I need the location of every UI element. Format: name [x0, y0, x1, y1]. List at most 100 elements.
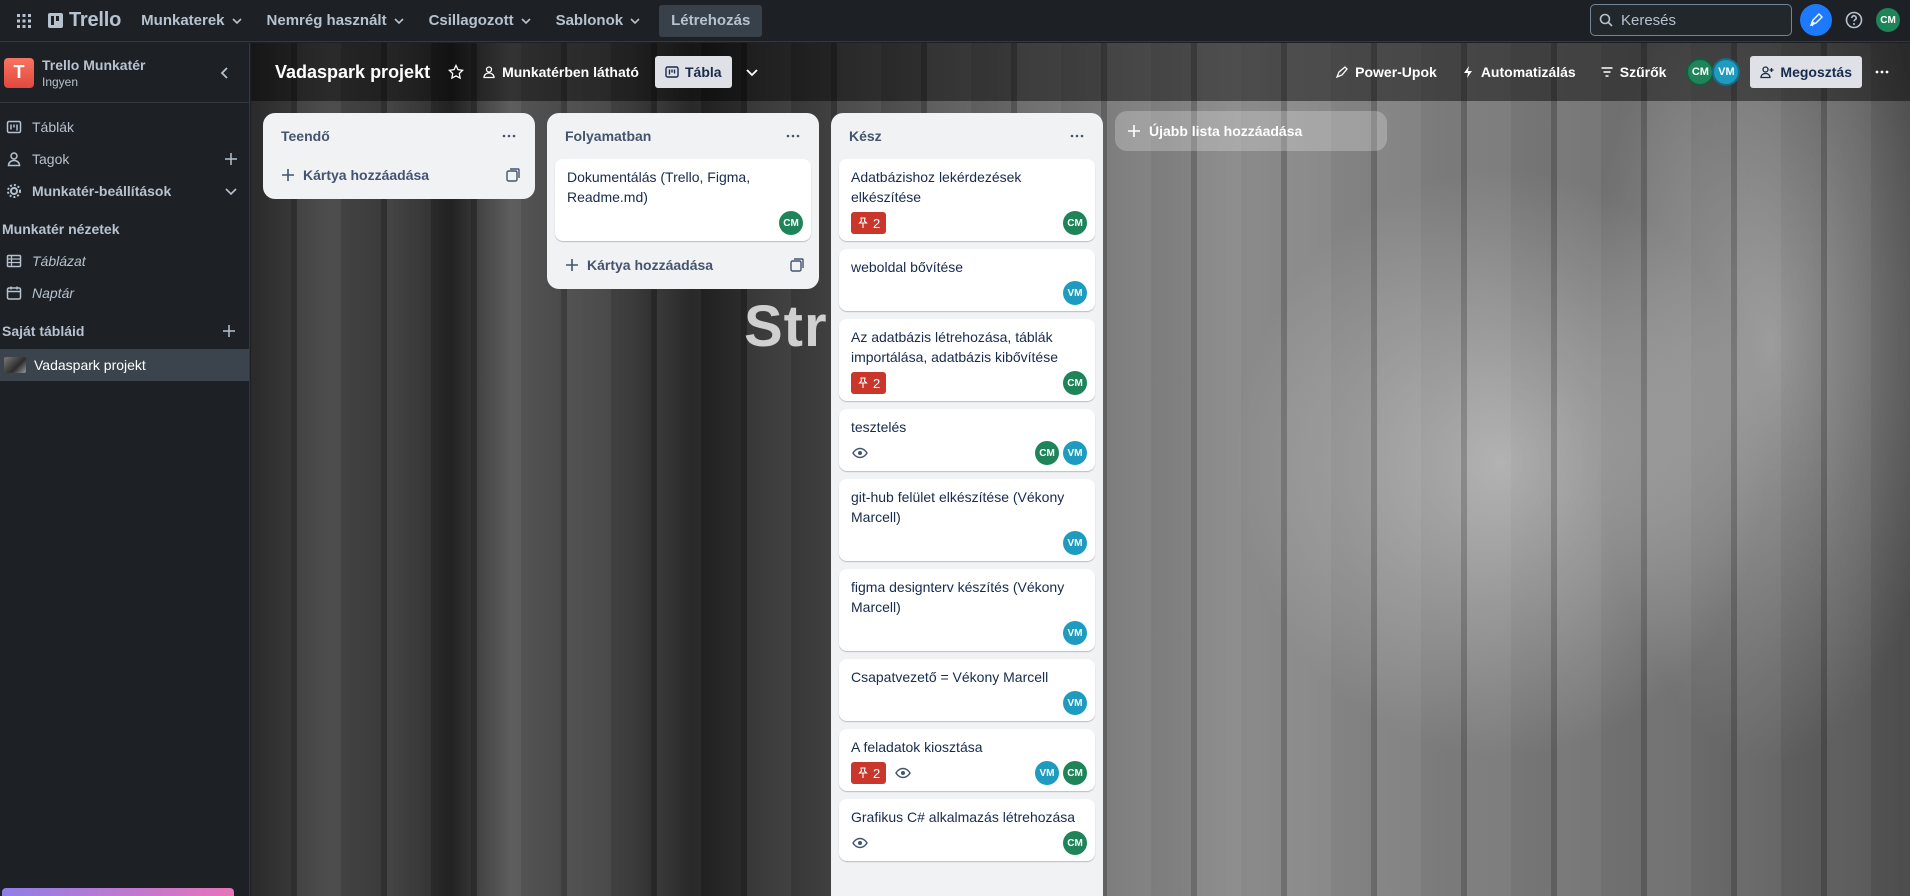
nav-recent[interactable]: Nemrég használt: [255, 5, 417, 37]
badge-count: 2: [873, 375, 881, 391]
card[interactable]: Adatbázishoz lekérdezések elkészítése 2 …: [839, 159, 1095, 241]
plus-icon[interactable]: [223, 151, 239, 167]
nav-starred-label: Csillagozott: [428, 12, 514, 29]
workspace-logo[interactable]: T: [4, 57, 34, 88]
sidebar-item-settings[interactable]: Munkatér-beállítások: [0, 175, 249, 207]
background-sign-text: Str: [744, 294, 828, 359]
sidebar-item-table-view[interactable]: Táblázat: [0, 245, 249, 277]
visibility-label: Munkatérben látható: [502, 64, 639, 80]
list-title[interactable]: Teendő: [281, 128, 330, 144]
sidebar-item-label: Tagok: [32, 151, 70, 167]
member-avatar-cm[interactable]: CM: [1063, 211, 1087, 235]
trello-logo-icon: [48, 13, 63, 28]
help-icon[interactable]: [1840, 6, 1868, 34]
premium-banner[interactable]: [2, 888, 234, 896]
card-title: git-hub felület elkészítése (Vékony Marc…: [851, 489, 1065, 525]
automation-button[interactable]: Automatizálás: [1451, 56, 1586, 88]
people-icon: [483, 66, 495, 79]
your-boards-title: Saját tábláid: [2, 323, 85, 339]
member-avatar-vm[interactable]: VM: [1063, 281, 1087, 305]
card[interactable]: figma designterv készítés (Vékony Marcel…: [839, 569, 1095, 651]
gear-icon: [7, 184, 21, 198]
view-label: Tábla: [684, 64, 722, 80]
add-card-label: Kártya hozzáadása: [587, 257, 714, 273]
list-header[interactable]: Teendő: [271, 113, 527, 159]
card-title: figma designterv készítés (Vékony Marcel…: [851, 579, 1065, 615]
more-horizontal-icon: [502, 134, 516, 138]
nav-workspaces-label: Munkaterek: [141, 12, 225, 29]
attachment-badge: 2: [851, 762, 887, 784]
list-title[interactable]: Folyamatban: [565, 128, 651, 144]
search-input[interactable]: Keresés: [1590, 4, 1792, 36]
views-dropdown[interactable]: [736, 56, 768, 88]
card[interactable]: Grafikus C# alkalmazás létrehozása CM: [839, 799, 1095, 861]
list-menu-button[interactable]: [497, 124, 521, 148]
add-list-button[interactable]: Újabb lista hozzáadása: [1115, 111, 1387, 151]
nav-workspaces[interactable]: Munkaterek: [129, 5, 254, 37]
add-card-button[interactable]: Kártya hozzáadása: [555, 249, 811, 281]
list-menu-button[interactable]: [1065, 124, 1089, 148]
list-folyamatban: Folyamatban Dokumentálás (Trello, Figma,…: [547, 113, 819, 289]
view-switcher-board[interactable]: Tábla: [654, 56, 732, 88]
add-person-icon: [1760, 66, 1774, 79]
card[interactable]: weboldal bővítése VM: [839, 249, 1095, 311]
sidebar-item-calendar-view[interactable]: Naptár: [0, 277, 249, 309]
notifications-button[interactable]: [1800, 4, 1832, 36]
card[interactable]: Az adatbázis létrehozása, táblák importá…: [839, 319, 1095, 401]
sidebar-item-boards[interactable]: Táblák: [0, 111, 249, 143]
sidebar-board-vadaspark[interactable]: Vadaspark projekt: [0, 349, 249, 381]
share-button[interactable]: Megosztás: [1750, 56, 1862, 88]
chevron-down-icon: [745, 69, 758, 77]
create-button[interactable]: Létrehozás: [659, 4, 763, 37]
list-header[interactable]: Kész: [839, 113, 1095, 159]
lightning-icon: [1463, 66, 1472, 78]
member-avatar-cm[interactable]: CM: [1063, 831, 1087, 855]
member-avatar-cm[interactable]: CM: [1063, 761, 1087, 785]
member-avatar-cm[interactable]: CM: [1686, 58, 1715, 86]
power-ups-button[interactable]: Power-Upok: [1325, 56, 1447, 88]
chevron-left-icon: [220, 66, 228, 79]
card-members: CM: [779, 211, 803, 235]
card[interactable]: A feladatok kiosztása 2 VM CM: [839, 729, 1095, 791]
list-kesz: Kész Adatbázishoz lekérdezések elkészíté…: [831, 113, 1103, 896]
card-template-icon[interactable]: [789, 257, 805, 273]
user-avatar[interactable]: CM: [1876, 8, 1900, 32]
plus-icon[interactable]: [221, 323, 237, 339]
member-avatar-vm[interactable]: VM: [1035, 761, 1059, 785]
member-avatar-vm[interactable]: VM: [1712, 58, 1741, 86]
nav-starred[interactable]: Csillagozott: [417, 5, 544, 37]
search-icon: [1599, 13, 1613, 27]
card-template-icon[interactable]: [505, 167, 521, 183]
plus-icon: [1128, 125, 1140, 137]
collapse-sidebar-button[interactable]: [211, 59, 239, 87]
card[interactable]: Dokumentálás (Trello, Figma, Readme.md) …: [555, 159, 811, 241]
add-card-button[interactable]: Kártya hozzáadása: [271, 159, 527, 191]
card-title: Az adatbázis létrehozása, táblák importá…: [851, 329, 1058, 365]
member-avatar-vm[interactable]: VM: [1063, 441, 1087, 465]
member-avatar-cm[interactable]: CM: [1035, 441, 1059, 465]
app-switcher-icon[interactable]: [8, 5, 40, 37]
card[interactable]: tesztelés CM VM: [839, 409, 1095, 471]
star-button[interactable]: [440, 56, 472, 88]
nav-templates[interactable]: Sablonok: [544, 5, 654, 37]
board-title[interactable]: Vadaspark projekt: [275, 62, 430, 83]
list-title[interactable]: Kész: [849, 128, 882, 144]
card[interactable]: Csapatvezető = Vékony Marcell VM: [839, 659, 1095, 721]
board-menu-button[interactable]: [1866, 56, 1898, 88]
visibility-button[interactable]: Munkatérben látható: [472, 56, 649, 88]
member-avatar-vm[interactable]: VM: [1063, 531, 1087, 555]
list-header[interactable]: Folyamatban: [555, 113, 811, 159]
sidebar-item-members[interactable]: Tagok: [0, 143, 249, 175]
trello-logo[interactable]: Trello: [40, 5, 129, 37]
power-ups-label: Power-Upok: [1355, 64, 1437, 80]
card-footer: VM: [851, 531, 1087, 555]
filters-button[interactable]: Szűrők: [1590, 56, 1677, 88]
member-avatar-cm[interactable]: CM: [1063, 371, 1087, 395]
card-footer: 2 VM CM: [851, 761, 1087, 785]
member-avatar-cm[interactable]: CM: [779, 211, 803, 235]
list-menu-button[interactable]: [781, 124, 805, 148]
member-avatar-vm[interactable]: VM: [1063, 621, 1087, 645]
card[interactable]: git-hub felület elkészítése (Vékony Marc…: [839, 479, 1095, 561]
member-avatar-vm[interactable]: VM: [1063, 691, 1087, 715]
your-boards-section: Saját tábláid: [0, 315, 249, 347]
